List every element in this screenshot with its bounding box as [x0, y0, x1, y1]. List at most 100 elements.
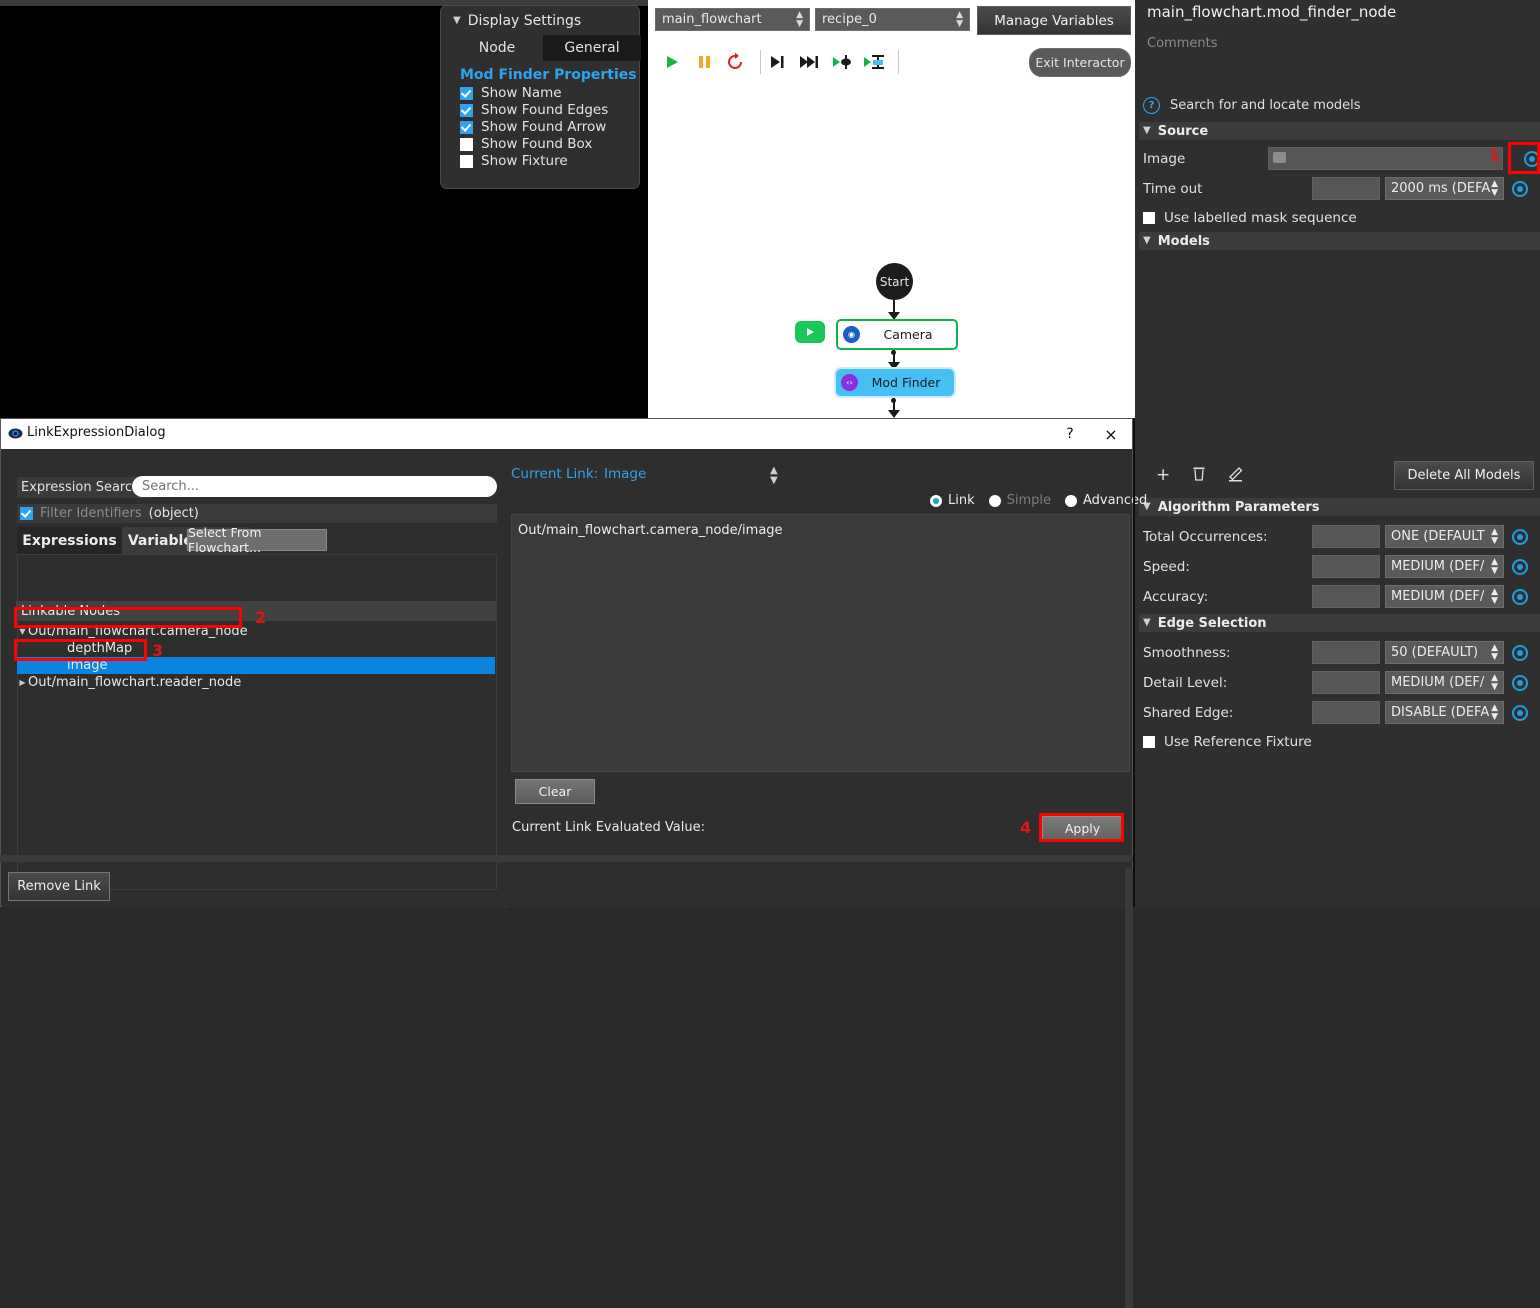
- shared-edge-field[interactable]: [1312, 701, 1380, 724]
- arrow-down-icon: [888, 410, 900, 418]
- flowchart-canvas[interactable]: Start ◉ Camera ‹› Mod Finder: [648, 84, 1135, 418]
- timeout-field[interactable]: [1312, 177, 1380, 200]
- shared-edge-link-button[interactable]: [1512, 704, 1528, 721]
- smoothness-select[interactable]: 50 (DEFAULT) ▲ ▼: [1385, 641, 1504, 664]
- clear-button[interactable]: Clear: [515, 779, 595, 804]
- checkbox-row-show-name[interactable]: Show Name: [460, 85, 639, 101]
- checkbox-row-show-fixture[interactable]: Show Fixture: [460, 153, 639, 169]
- smoothness-link-button[interactable]: [1512, 644, 1528, 661]
- row-use-reference-fixture[interactable]: Use Reference Fixture: [1143, 729, 1540, 754]
- help-button[interactable]: ?: [1058, 423, 1082, 445]
- flowchart-node-camera[interactable]: ◉ Camera: [836, 319, 958, 350]
- checkbox-show-fixture[interactable]: [460, 154, 473, 168]
- select-from-flowchart-button[interactable]: Select From Flowchart...: [187, 525, 327, 555]
- pause-icon[interactable]: [694, 52, 716, 72]
- checkbox-show-found-edges[interactable]: [460, 103, 473, 117]
- detail-level-field[interactable]: [1312, 671, 1380, 694]
- checkbox-show-found-box[interactable]: [460, 137, 473, 151]
- label-detail-level: Detail Level:: [1143, 674, 1228, 691]
- tab-general[interactable]: General: [543, 35, 641, 61]
- step-into-icon[interactable]: [767, 52, 789, 72]
- recipe-select[interactable]: recipe_0 ▲ ▼: [815, 8, 970, 31]
- smoothness-field[interactable]: [1312, 641, 1380, 664]
- spinner-arrows-icon[interactable]: ▲ ▼: [770, 466, 778, 486]
- display-settings-header[interactable]: ▼ Display Settings: [441, 6, 639, 33]
- timeout-select[interactable]: 2000 ms (DEFA ▲ ▼: [1385, 177, 1504, 200]
- manage-variables-button[interactable]: Manage Variables: [977, 6, 1131, 35]
- current-link-select[interactable]: Image: [604, 466, 646, 482]
- remove-link-button[interactable]: Remove Link: [8, 872, 110, 901]
- label-filter-identifiers: Filter Identifiers: [40, 506, 142, 521]
- close-icon[interactable]: ×: [1099, 423, 1123, 445]
- timeout-select-value: 2000 ms (DEFA: [1391, 181, 1491, 196]
- checkbox-row-show-found-edges[interactable]: Show Found Edges: [460, 102, 639, 118]
- plus-icon[interactable]: +: [1156, 465, 1170, 485]
- checkbox-show-found-arrow[interactable]: [460, 120, 473, 134]
- speed-link-button[interactable]: [1512, 558, 1528, 575]
- timeout-link-button[interactable]: [1512, 180, 1528, 197]
- radio-link[interactable]: [930, 494, 942, 507]
- total-occurrences-field[interactable]: [1312, 525, 1380, 548]
- speed-select[interactable]: MEDIUM (DEF/ ▲ ▼: [1385, 555, 1504, 578]
- section-header-edge-selection[interactable]: ▼ Edge Selection: [1139, 614, 1540, 632]
- section-header-source[interactable]: ▼ Source: [1139, 122, 1540, 140]
- total-occurrences-link-button[interactable]: [1512, 528, 1528, 545]
- trash-icon[interactable]: [1192, 465, 1206, 487]
- tree-row-reader-node[interactable]: ▶ Out/main_flowchart.reader_node: [17, 674, 495, 691]
- link-mode-radio-group: Link Simple Advanced: [930, 493, 1147, 508]
- speed-field[interactable]: [1312, 555, 1380, 578]
- row-speed: Speed: MEDIUM (DEF/ ▲ ▼: [1143, 554, 1540, 579]
- expression-editor[interactable]: [511, 514, 1130, 772]
- label-speed: Speed:: [1143, 558, 1190, 575]
- comments-field[interactable]: Comments: [1147, 36, 1217, 51]
- checkbox-use-reference-fixture[interactable]: [1143, 735, 1155, 748]
- filter-identifiers-row[interactable]: Filter Identifiers (object): [17, 504, 497, 523]
- radio-advanced[interactable]: [1065, 494, 1078, 507]
- shared-edge-select[interactable]: DISABLE (DEFA ▲ ▼: [1385, 701, 1504, 724]
- node-mod-finder-label: Mod Finder: [871, 375, 941, 390]
- row-mask-sequence[interactable]: Use labelled mask sequence: [1143, 205, 1540, 230]
- chevron-down-icon[interactable]: ▼: [17, 627, 28, 636]
- exit-interactor-button[interactable]: Exit Interactor: [1029, 48, 1131, 77]
- tab-node[interactable]: Node: [451, 35, 543, 61]
- expression-search-label: Expression Search:: [17, 477, 149, 498]
- accuracy-link-button[interactable]: [1512, 588, 1528, 605]
- flowchart-node-mod-finder[interactable]: ‹› Mod Finder: [836, 369, 954, 396]
- total-occurrences-value: ONE (DEFAULT: [1391, 529, 1485, 544]
- annotation-number-3: 3: [152, 641, 164, 660]
- accuracy-select[interactable]: MEDIUM (DEF/ ▲ ▼: [1385, 585, 1504, 608]
- run-to-node-icon[interactable]: [831, 52, 853, 72]
- spinner-arrows-icon: ▲ ▼: [1491, 178, 1498, 198]
- checkbox-row-show-found-arrow[interactable]: Show Found Arrow: [460, 119, 639, 135]
- image-field[interactable]: [1268, 147, 1503, 170]
- radio-simple[interactable]: [988, 494, 1001, 507]
- flowchart-select[interactable]: main_flowchart ▲ ▼: [655, 8, 810, 31]
- help-icon[interactable]: ?: [1143, 97, 1160, 114]
- delete-all-models-button[interactable]: Delete All Models: [1394, 461, 1534, 490]
- step-over-icon[interactable]: [798, 52, 820, 72]
- checkbox-row-show-found-box[interactable]: Show Found Box: [460, 136, 639, 152]
- total-occurrences-select[interactable]: ONE (DEFAULT ▲ ▼: [1385, 525, 1504, 548]
- search-input[interactable]: [132, 476, 497, 497]
- dialog-scrollbar[interactable]: [1125, 868, 1133, 1308]
- flowchart-node-start[interactable]: Start: [876, 263, 913, 300]
- section-header-models[interactable]: ▼ Models: [1139, 232, 1540, 250]
- accuracy-field[interactable]: [1312, 585, 1380, 608]
- checkbox-filter-identifiers[interactable]: [20, 507, 33, 520]
- current-link-label: Current Link:: [511, 466, 599, 482]
- toolbar-divider: [898, 50, 899, 74]
- node-start-label: Start: [879, 274, 910, 289]
- reload-icon[interactable]: [725, 52, 747, 72]
- section-header-algorithm-parameters[interactable]: ▼ Algorithm Parameters: [1139, 498, 1540, 516]
- dialog-title-bar[interactable]: LinkExpressionDialog ? ×: [1, 419, 1132, 449]
- checkbox-use-labelled-mask-sequence[interactable]: [1143, 211, 1155, 224]
- chevron-right-icon[interactable]: ▶: [17, 678, 28, 687]
- detail-level-select[interactable]: MEDIUM (DEF/ ▲ ▼: [1385, 671, 1504, 694]
- detail-level-link-button[interactable]: [1512, 674, 1528, 691]
- tab-expressions[interactable]: Expressions: [17, 527, 122, 554]
- play-icon[interactable]: [662, 52, 684, 72]
- run-node-badge[interactable]: [795, 321, 825, 343]
- pencil-icon[interactable]: [1228, 465, 1244, 487]
- checkbox-show-name[interactable]: [460, 86, 473, 100]
- run-to-tool-icon[interactable]: [863, 52, 885, 72]
